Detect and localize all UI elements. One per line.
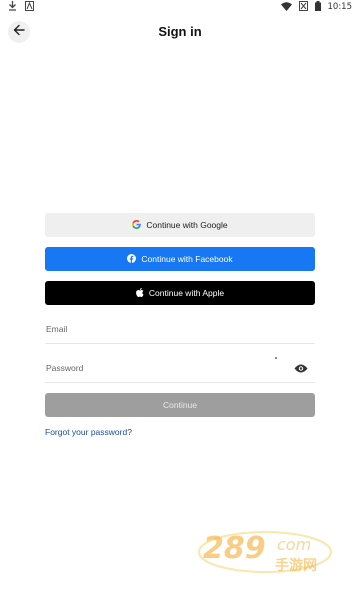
wifi-icon: [280, 1, 292, 13]
password-label: Password: [46, 363, 84, 373]
status-bar: 10:15: [0, 0, 360, 14]
battery-empty-icon: [298, 1, 308, 13]
google-icon: [132, 219, 142, 231]
continue-with-facebook-button[interactable]: Continue with Facebook: [45, 247, 315, 271]
google-button-label: Continue with Google: [146, 220, 228, 230]
notification-icon: [25, 1, 34, 13]
continue-with-google-button[interactable]: Continue with Google: [45, 213, 315, 237]
email-label: Email: [46, 324, 68, 334]
apple-icon: [135, 287, 144, 299]
email-field[interactable]: Email: [45, 318, 315, 344]
facebook-icon: [127, 253, 137, 265]
battery-icon: [314, 1, 321, 13]
show-password-toggle[interactable]: [294, 363, 308, 375]
svg-text:289: 289: [203, 531, 266, 566]
facebook-button-label: Continue with Facebook: [141, 254, 233, 264]
continue-button-label: Continue: [162, 400, 198, 410]
text-cursor-dot: [275, 357, 277, 359]
svg-text:com: com: [277, 535, 311, 554]
svg-text:手游网: 手游网: [275, 557, 317, 574]
apple-button-label: Continue with Apple: [148, 288, 225, 298]
eye-icon: [294, 360, 308, 378]
forgot-password-link[interactable]: Forgot your password?: [45, 427, 132, 437]
continue-button[interactable]: Continue: [45, 393, 315, 417]
continue-with-apple-button[interactable]: Continue with Apple: [45, 281, 315, 305]
page-title: Sign in: [158, 24, 202, 39]
app-bar: Sign in: [0, 18, 360, 46]
status-time: 10:15: [327, 2, 353, 12]
watermark-logo: 289 com 手游网: [195, 520, 335, 580]
password-field[interactable]: Password: [45, 357, 315, 383]
download-icon: [8, 1, 17, 13]
